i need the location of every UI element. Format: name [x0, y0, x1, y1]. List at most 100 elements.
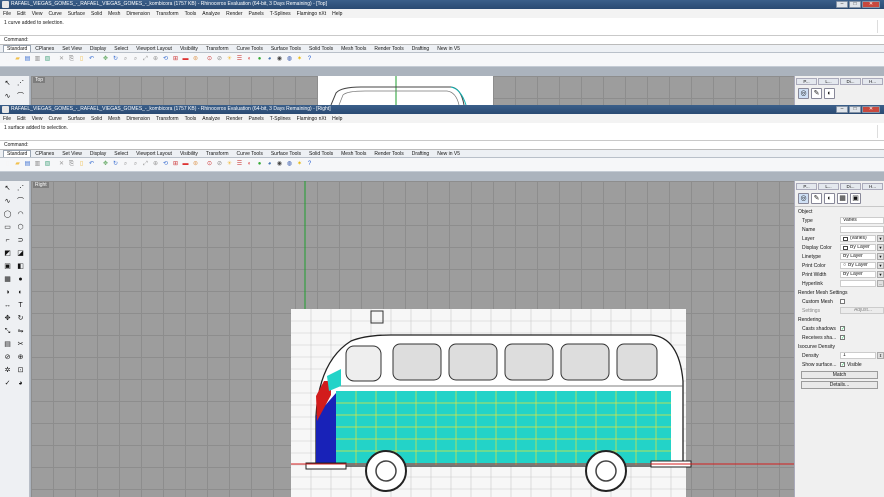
history-scrollbar[interactable]: [877, 20, 882, 33]
sphere-icon[interactable]: ●: [15, 274, 26, 285]
menu-flamingo[interactable]: Flamingo nXt: [297, 116, 326, 122]
render-icon[interactable]: ◉: [275, 55, 284, 64]
menu-help[interactable]: Help: [332, 11, 342, 17]
tab-standard[interactable]: Standard: [3, 45, 32, 52]
tab-solid-tools[interactable]: Solid Tools: [305, 45, 337, 52]
panel-tab-layers[interactable]: L...: [818, 183, 839, 190]
menu-analyze[interactable]: Analyze: [202, 11, 220, 17]
pan-icon[interactable]: ✥: [101, 160, 110, 169]
viewport-right[interactable]: Right: [31, 181, 794, 497]
panel-tab-help[interactable]: H...: [862, 183, 883, 190]
menu-curve[interactable]: Curve: [48, 116, 61, 122]
object-props-icon[interactable]: ◎: [798, 88, 809, 99]
tab-new-in-v5[interactable]: New in V5: [433, 45, 464, 52]
join-icon[interactable]: ⊕: [15, 352, 26, 363]
print-icon[interactable]: ▥: [33, 55, 42, 64]
color-icon[interactable]: ●: [255, 55, 264, 64]
undo-icon[interactable]: ↶: [87, 55, 96, 64]
tab-transform[interactable]: Transform: [202, 45, 233, 52]
menu-surface[interactable]: Surface: [68, 11, 85, 17]
osnap-icon[interactable]: ⊙: [205, 55, 214, 64]
menu-file[interactable]: File: [3, 11, 11, 17]
prop-name-field[interactable]: [840, 226, 884, 233]
minimize-button[interactable]: –: [836, 1, 848, 8]
tab-drafting[interactable]: Drafting: [408, 45, 434, 52]
tab-mesh-tools[interactable]: Mesh Tools: [337, 150, 370, 157]
menu-help[interactable]: Help: [332, 116, 342, 122]
grid-snap-icon[interactable]: ⊛: [191, 55, 200, 64]
select-points-icon[interactable]: ⋰: [15, 183, 26, 194]
new-icon[interactable]: ▯: [3, 55, 12, 64]
tab-mesh-tools[interactable]: Mesh Tools: [337, 45, 370, 52]
paste-icon[interactable]: ▯: [77, 160, 86, 169]
panel-tab-display[interactable]: Di...: [840, 183, 861, 190]
boolean-difference-icon[interactable]: ◐: [15, 287, 26, 298]
menu-transform[interactable]: Transform: [156, 116, 179, 122]
material-props-icon[interactable]: ✎: [811, 193, 822, 204]
copy-icon[interactable]: ⎘: [67, 160, 76, 169]
render-preview-icon[interactable]: ◍: [285, 160, 294, 169]
layer-icon[interactable]: ☰: [235, 160, 244, 169]
split-icon[interactable]: ⊘: [2, 352, 13, 363]
menu-render[interactable]: Render: [226, 116, 242, 122]
group-icon[interactable]: ⊡: [15, 365, 26, 376]
open-icon[interactable]: ▰: [13, 160, 22, 169]
offset-curve-icon[interactable]: ⊃: [15, 235, 26, 246]
hyperlink-browse-icon[interactable]: …: [877, 280, 884, 287]
print-width-dropdown-icon[interactable]: ▼: [877, 271, 884, 278]
minimize-button[interactable]: –: [836, 106, 848, 113]
tab-visibility[interactable]: Visibility: [176, 150, 202, 157]
panel-tab-properties[interactable]: P...: [796, 78, 817, 85]
rotate-icon[interactable]: ↻: [15, 313, 26, 324]
pan-icon[interactable]: ✥: [101, 55, 110, 64]
menu-flamingo[interactable]: Flamingo nXt: [297, 11, 326, 17]
open-icon[interactable]: ▰: [13, 55, 22, 64]
options-icon[interactable]: ✶: [295, 160, 304, 169]
material-props-icon[interactable]: ✎: [811, 88, 822, 99]
tab-cplanes[interactable]: CPlanes: [31, 150, 58, 157]
tab-select[interactable]: Select: [110, 45, 132, 52]
tab-new-in-v5[interactable]: New in V5: [433, 150, 464, 157]
mirror-icon[interactable]: ⇋: [15, 326, 26, 337]
trim-icon[interactable]: ✂: [15, 339, 26, 350]
set-view-icon[interactable]: ⟲: [161, 160, 170, 169]
panel-tab-layers[interactable]: L...: [818, 78, 839, 85]
menu-dimension[interactable]: Dimension: [126, 11, 150, 17]
menu-analyze[interactable]: Analyze: [202, 116, 220, 122]
casts-shadows-checkbox[interactable]: ✓: [840, 326, 845, 332]
tab-curve-tools[interactable]: Curve Tools: [233, 150, 267, 157]
surface-corner-icon[interactable]: ◩: [2, 248, 13, 259]
tab-transform[interactable]: Transform: [202, 150, 233, 157]
select-icon[interactable]: ↖: [2, 78, 13, 89]
zoom-extents-icon[interactable]: ⤢: [141, 55, 150, 64]
move-icon[interactable]: ✥: [2, 313, 13, 324]
scale-icon[interactable]: ⤡: [2, 326, 13, 337]
tab-standard[interactable]: Standard: [3, 150, 32, 157]
density-field[interactable]: 1: [840, 352, 876, 359]
tab-drafting[interactable]: Drafting: [408, 150, 434, 157]
prop-linetype-select[interactable]: By Layer: [840, 253, 876, 260]
mesh-icon[interactable]: ▦: [2, 274, 13, 285]
copy-icon[interactable]: ⎘: [67, 55, 76, 64]
menu-curve[interactable]: Curve: [48, 11, 61, 17]
command-line[interactable]: Command:: [0, 36, 884, 45]
tab-surface-tools[interactable]: Surface Tools: [267, 150, 305, 157]
new-icon[interactable]: ▯: [3, 160, 12, 169]
import-icon[interactable]: ▧: [43, 55, 52, 64]
zoom-selected-icon[interactable]: ⊕: [151, 160, 160, 169]
menu-edit[interactable]: Edit: [17, 11, 26, 17]
array-icon[interactable]: ▤: [2, 339, 13, 350]
polygon-icon[interactable]: ⬡: [15, 222, 26, 233]
viewport-top[interactable]: Top: [31, 76, 794, 105]
cplane-icon[interactable]: ▬: [181, 160, 190, 169]
arc-icon[interactable]: ◠: [15, 209, 26, 220]
menu-view[interactable]: View: [32, 116, 43, 122]
print-icon[interactable]: ▥: [33, 160, 42, 169]
tab-surface-tools[interactable]: Surface Tools: [267, 45, 305, 52]
menu-tools[interactable]: Tools: [185, 116, 197, 122]
select-icon[interactable]: ↖: [2, 183, 13, 194]
cplane-icon[interactable]: ▬: [181, 55, 190, 64]
title-bar[interactable]: RAFAEL_VIEGAS_GOMES_-_RAFAEL_VIEGAS_GOME…: [0, 0, 884, 9]
maximize-button[interactable]: □: [849, 106, 861, 113]
properties-icon[interactable]: ◐: [245, 160, 254, 169]
